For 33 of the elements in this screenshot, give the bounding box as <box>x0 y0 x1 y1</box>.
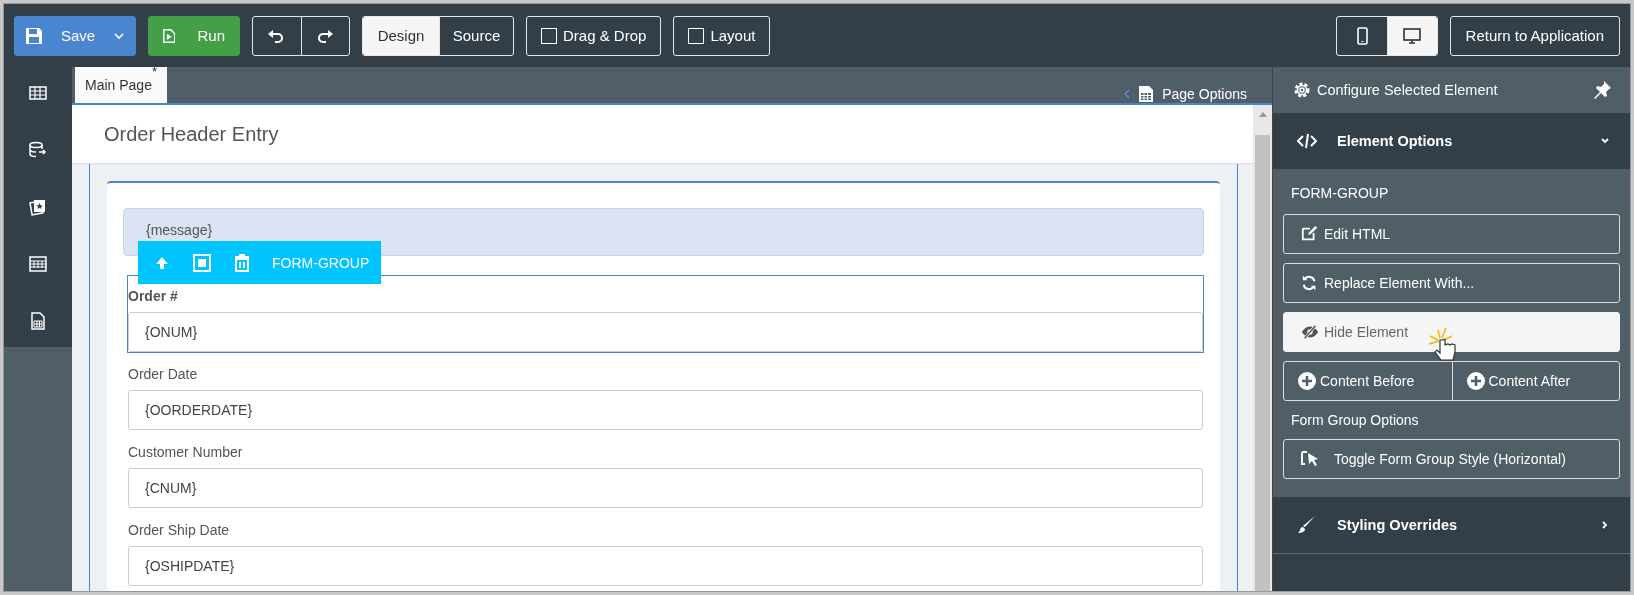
input-field[interactable]: {OSHIPDATE} <box>128 546 1203 586</box>
field-label: Order # <box>128 287 179 306</box>
field-label: Order Date <box>128 365 199 384</box>
element-type-label: FORM-GROUP <box>272 254 370 271</box>
input-field[interactable]: {OORDERDATE} <box>128 390 1203 430</box>
section-label: Form Group Options <box>1290 411 1420 430</box>
view-mode-tab[interactable]: Design <box>363 16 439 55</box>
input-field[interactable]: {ONUM} <box>128 312 1203 352</box>
message-alert: {message} <box>123 208 1204 256</box>
section-header[interactable]: Element Options <box>1273 113 1630 169</box>
field-label: Order Ship Date <box>128 521 231 540</box>
form-group[interactable]: Order Ship Date {OSHIPDATE} <box>127 509 1204 587</box>
return-button[interactable]: Return to Application <box>1449 15 1620 56</box>
view-mode-tab[interactable]: Source <box>439 16 513 55</box>
section-header[interactable]: Styling Overrides <box>1273 497 1630 553</box>
page-title: Order Header Entry <box>72 105 1253 164</box>
insert-button[interactable]: Content Before <box>1284 362 1452 400</box>
action-button[interactable]: Replace Element With... <box>1283 263 1620 303</box>
save-button[interactable]: Save <box>14 15 136 56</box>
toggle-button[interactable]: Layout <box>673 15 771 56</box>
panel-title: Configure Selected Element <box>1317 82 1499 98</box>
form-group[interactable]: Order Date {OORDERDATE} <box>127 353 1204 431</box>
page-options-link[interactable]: Page Options <box>1162 86 1247 102</box>
selected-form-group[interactable]: Order # {ONUM} <box>127 275 1204 353</box>
toggle-style-button[interactable]: Toggle Form Group Style (Horizontal) <box>1283 439 1620 479</box>
input-field[interactable]: {CNUM} <box>128 468 1203 508</box>
field-label: Customer Number <box>128 443 244 462</box>
action-button[interactable]: Hide Element <box>1283 312 1620 352</box>
toggle-button[interactable]: Drag & Drop <box>526 15 662 56</box>
insert-button[interactable]: Content After <box>1451 362 1619 400</box>
form-group[interactable]: Customer Number {CNUM} <box>127 431 1204 509</box>
element-type-label: FORM-GROUP <box>1290 184 1390 203</box>
action-button[interactable]: Edit HTML <box>1283 214 1620 254</box>
